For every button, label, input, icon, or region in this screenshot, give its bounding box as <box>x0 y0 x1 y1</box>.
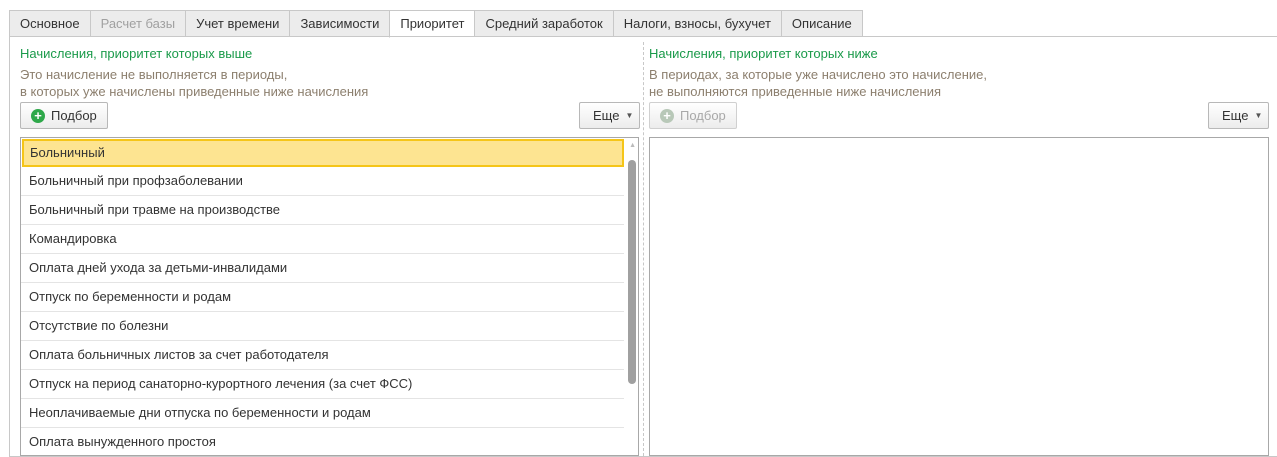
list-item[interactable]: Больничный при профзаболевании <box>21 167 624 196</box>
tab-description[interactable]: Описание <box>780 10 863 37</box>
tab-content: Начисления, приоритет которых выше Это н… <box>9 36 1277 457</box>
list-item[interactable]: Больничный <box>22 139 624 167</box>
pick-button[interactable]: + Подбор <box>20 102 108 129</box>
desc-line: В периодах, за которые уже начислено это… <box>649 67 987 82</box>
desc-line: не выполняются приведенные ниже начислен… <box>649 84 942 99</box>
tab-dependencies[interactable]: Зависимости <box>289 10 390 37</box>
list-item[interactable]: Отпуск на период санаторно-курортного ле… <box>21 370 624 399</box>
list-item[interactable]: Больничный при травме на производстве <box>21 196 624 225</box>
list-item[interactable]: Оплата дней ухода за детьми-инвалидами <box>21 254 624 283</box>
lower-priority-list[interactable] <box>649 137 1269 456</box>
plus-icon: + <box>31 108 45 123</box>
tab-base-calculation[interactable]: Расчет базы <box>89 10 186 37</box>
more-button[interactable]: Еще ▼ <box>579 102 641 129</box>
button-label: Еще <box>1222 108 1249 123</box>
plus-icon: + <box>660 108 674 123</box>
desc-line: в которых уже начислены приведенные ниже… <box>20 84 369 99</box>
list-item[interactable]: Отсутствие по болезни <box>21 312 624 341</box>
button-label: Подбор <box>51 108 97 123</box>
higher-priority-list[interactable]: Больничный Больничный при профзаболевании… <box>20 137 639 456</box>
chevron-down-icon: ▼ <box>625 111 634 120</box>
panel-description: В периодах, за которые уже начислено это… <box>649 66 987 100</box>
panel-title: Начисления, приоритет которых выше <box>20 46 253 61</box>
list-item[interactable]: Оплата вынужденного простоя <box>21 428 624 455</box>
scrollbar[interactable] <box>628 160 636 384</box>
lower-priority-panel: Начисления, приоритет которых ниже В пер… <box>639 37 1277 456</box>
button-label: Подбор <box>680 108 726 123</box>
tab-bar: Основное Расчет базы Учет времени Зависи… <box>9 10 863 38</box>
tab-main[interactable]: Основное <box>9 10 90 37</box>
higher-priority-panel: Начисления, приоритет которых выше Это н… <box>10 37 641 456</box>
list-item[interactable]: Неоплачиваемые дни отпуска по беременнос… <box>21 399 624 428</box>
panel-description: Это начисление не выполняется в периоды,… <box>20 66 368 100</box>
list-item[interactable]: Командировка <box>21 225 624 254</box>
scroll-up-icon[interactable]: ▲ <box>629 142 636 149</box>
tab-priority[interactable]: Приоритет <box>389 10 475 38</box>
pick-button[interactable]: + Подбор <box>649 102 737 129</box>
tab-time-accounting[interactable]: Учет времени <box>185 10 290 37</box>
tab-taxes[interactable]: Налоги, взносы, бухучет <box>612 10 781 37</box>
more-button[interactable]: Еще ▼ <box>1208 102 1270 129</box>
tab-average-earnings[interactable]: Средний заработок <box>474 10 613 37</box>
list-item[interactable]: Отпуск по беременности и родам <box>21 283 624 312</box>
button-label: Еще <box>593 108 620 123</box>
list-item[interactable]: Оплата больничных листов за счет работод… <box>21 341 624 370</box>
panel-title: Начисления, приоритет которых ниже <box>649 46 878 61</box>
desc-line: Это начисление не выполняется в периоды, <box>20 67 288 82</box>
chevron-down-icon: ▼ <box>1254 111 1263 120</box>
